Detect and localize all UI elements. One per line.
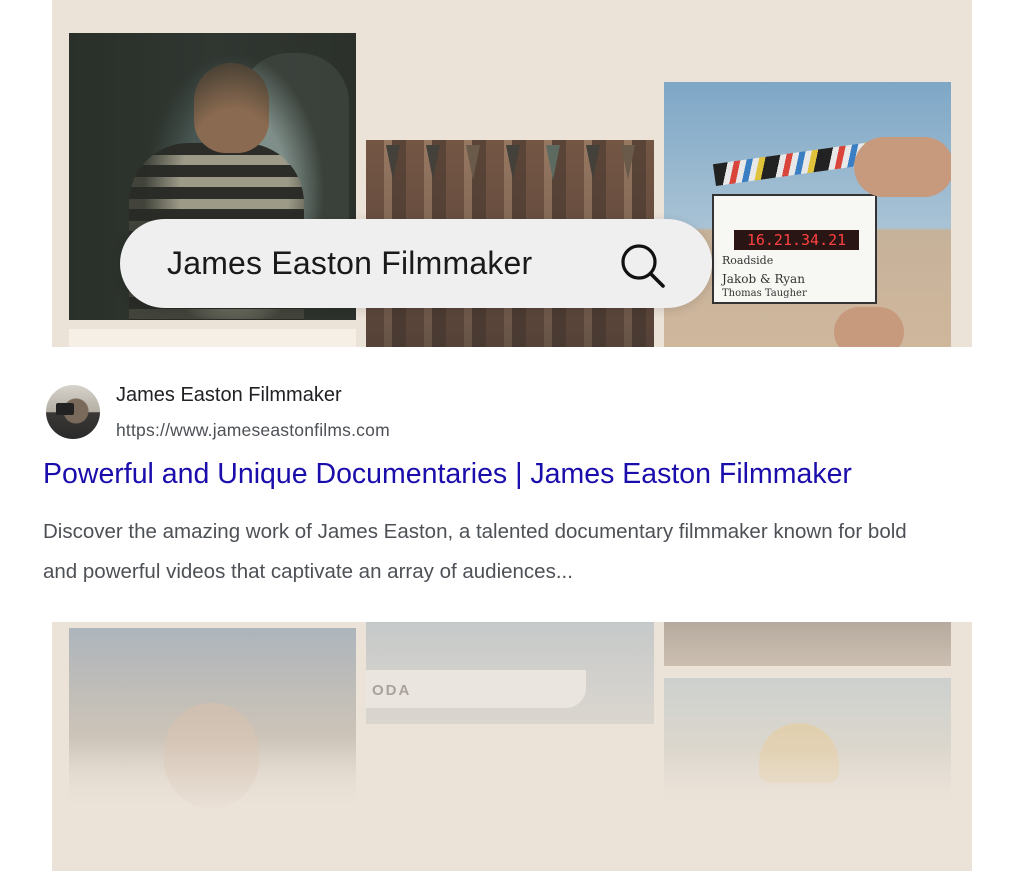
result-url[interactable]: https://www.jameseastonfilms.com xyxy=(116,420,390,441)
photo-old-man xyxy=(69,628,356,808)
search-bar[interactable]: James Easton Filmmaker xyxy=(120,219,712,308)
search-icon[interactable] xyxy=(618,241,666,289)
search-query[interactable]: James Easton Filmmaker xyxy=(167,219,532,308)
photo-boat: ODA xyxy=(366,622,654,724)
result-site-name: James Easton Filmmaker xyxy=(116,384,342,406)
boat-text: ODA xyxy=(372,682,412,699)
photo-clapperboard: 16.21.34.21 Roadside Jakob & Ryan Thomas… xyxy=(664,82,951,347)
clapperboard-line1: Roadside xyxy=(722,254,774,267)
clapperboard-line2: Jakob & Ryan xyxy=(722,272,805,286)
result-description: Discover the amazing work of James Easto… xyxy=(43,520,907,583)
photo-strip-2 xyxy=(664,622,951,666)
clapperboard-line3: Thomas Taugher xyxy=(722,288,807,299)
site-avatar xyxy=(46,385,100,439)
clapperboard-readout: 16.21.34.21 xyxy=(734,230,859,250)
photo-strip xyxy=(69,329,356,347)
result-title-link[interactable]: Powerful and Unique Documentaries | Jame… xyxy=(43,458,852,491)
photo-yellow-hat xyxy=(664,678,951,808)
